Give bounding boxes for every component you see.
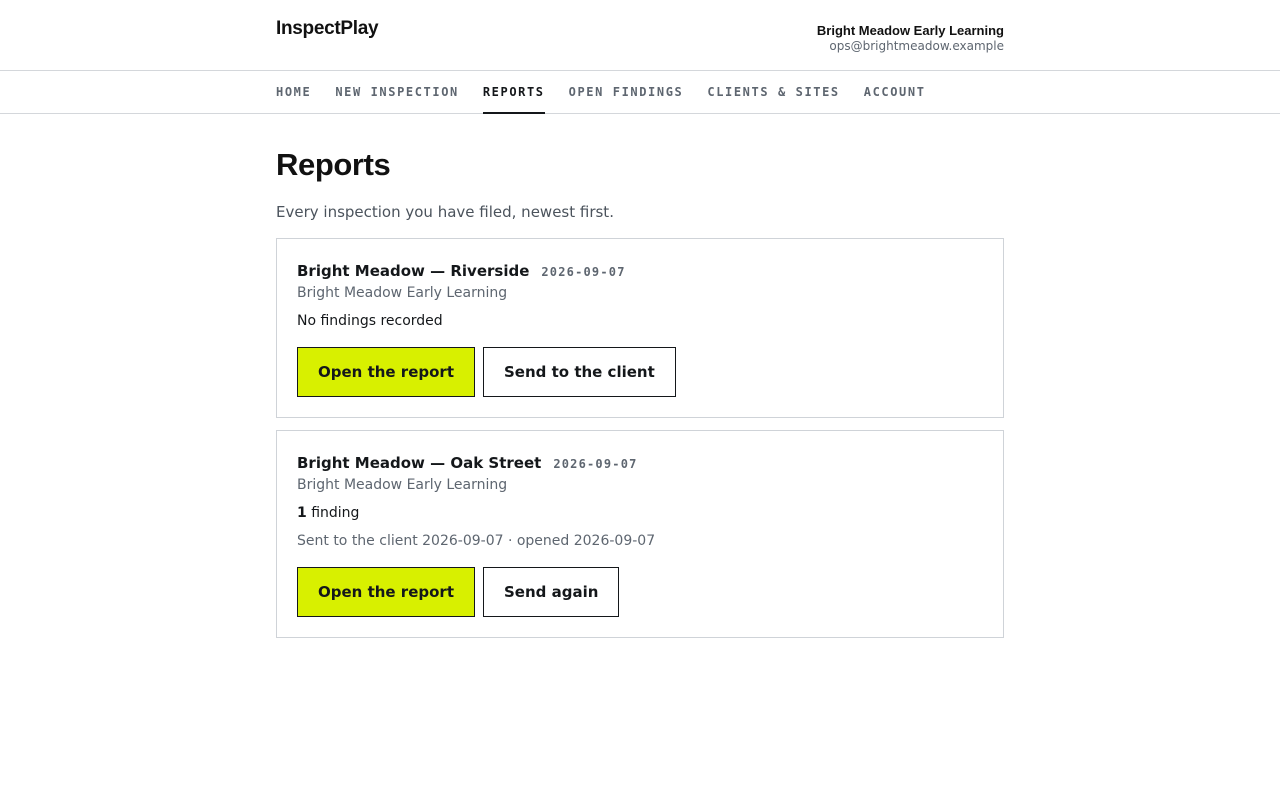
nav-item-open-findings[interactable]: OPEN FINDINGS xyxy=(569,71,684,113)
send-again-button[interactable]: Send again xyxy=(483,567,620,617)
report-client: Bright Meadow Early Learning xyxy=(297,477,508,493)
top-bar: InspectPlay Bright Meadow Early Learning… xyxy=(0,0,1280,71)
main-content: Reports Every inspection you have filed,… xyxy=(276,147,1004,638)
report-actions: Open the report Send again xyxy=(297,567,983,617)
send-to-client-button[interactable]: Send to the client xyxy=(483,347,676,397)
nav-item-account[interactable]: ACCOUNT xyxy=(864,71,926,113)
report-send-status: Sent to the client 2026-09-07 · opened 2… xyxy=(297,533,656,549)
open-report-button[interactable]: Open the report xyxy=(297,567,475,617)
nav-item-new-inspection[interactable]: NEW INSPECTION xyxy=(335,71,459,113)
report-actions: Open the report Send to the client xyxy=(297,347,983,397)
findings-text: finding xyxy=(306,505,360,521)
report-card: Bright Meadow — Oak Street 2026-09-07 Br… xyxy=(276,430,1004,638)
main-nav: HOME NEW INSPECTION REPORTS OPEN FINDING… xyxy=(0,71,1280,114)
nav-item-clients-sites[interactable]: CLIENTS & SITES xyxy=(707,71,839,113)
page-title: Reports xyxy=(276,147,391,182)
report-findings: No findings recorded xyxy=(297,312,983,330)
report-card-header: Bright Meadow — Oak Street 2026-09-07 xyxy=(297,431,983,473)
findings-count: 1 xyxy=(297,505,307,521)
report-date: 2026-09-07 xyxy=(541,265,626,279)
account-summary[interactable]: Bright Meadow Early Learning ops@brightm… xyxy=(817,23,1004,54)
account-name: Bright Meadow Early Learning xyxy=(816,23,1004,38)
report-client: Bright Meadow Early Learning xyxy=(297,285,508,301)
report-card-header: Bright Meadow — Riverside 2026-09-07 xyxy=(297,239,983,281)
report-date: 2026-09-07 xyxy=(553,457,638,471)
main-nav-inner: HOME NEW INSPECTION REPORTS OPEN FINDING… xyxy=(276,71,1004,114)
page-subtitle: Every inspection you have filed, newest … xyxy=(276,203,614,221)
nav-item-reports[interactable]: REPORTS xyxy=(482,71,545,114)
account-email: ops@brightmeadow.example xyxy=(829,39,1004,53)
nav-item-home[interactable]: HOME xyxy=(276,71,311,113)
open-report-button[interactable]: Open the report xyxy=(297,347,475,397)
report-card: Bright Meadow — Riverside 2026-09-07 Bri… xyxy=(276,238,1004,418)
report-findings: 1 finding xyxy=(297,504,983,522)
report-title: Bright Meadow — Riverside xyxy=(297,262,530,280)
brand-logo[interactable]: InspectPlay xyxy=(276,18,379,40)
findings-text: No findings recorded xyxy=(297,313,443,329)
report-title: Bright Meadow — Oak Street xyxy=(297,454,542,472)
